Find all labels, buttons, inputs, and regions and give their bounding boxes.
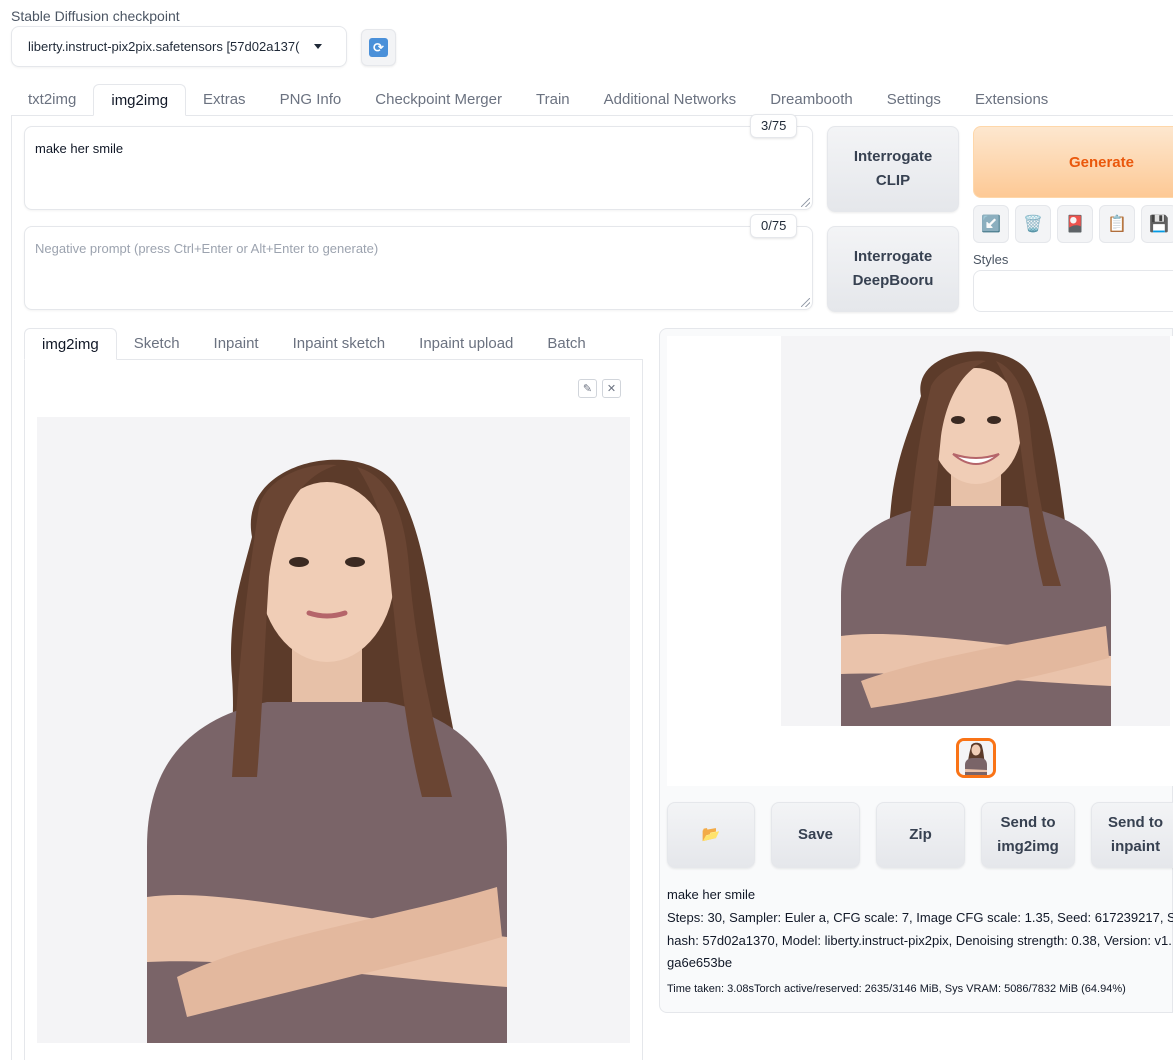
send-inpaint-line2: inpaint (1110, 838, 1161, 855)
send-inpaint-line1: Send to (1108, 814, 1163, 831)
folder-icon: 📂 (701, 826, 721, 843)
resize-grip-icon[interactable] (801, 298, 810, 307)
output-image[interactable] (781, 336, 1170, 726)
save-style-icon: 💾 (1149, 216, 1169, 233)
thumbnail-image (959, 741, 993, 775)
tab-additional-networks[interactable]: Additional Networks (587, 84, 754, 116)
tab-extras[interactable]: Extras (186, 84, 263, 116)
read-params-icon: ↙️ (981, 216, 1001, 233)
main-tabs: txt2img img2img Extras PNG Info Checkpoi… (11, 84, 1065, 116)
chevron-down-icon (314, 44, 322, 49)
extra-networks-icon: 🎴 (1065, 216, 1085, 233)
portrait-smiling-image (781, 336, 1170, 726)
apply-style-button[interactable]: 📋 (1099, 205, 1135, 243)
generation-info-version: ga6e653be (667, 955, 733, 970)
pencil-icon: ✎ (582, 383, 593, 395)
edit-image-button[interactable]: ✎ (578, 379, 597, 398)
input-image[interactable] (37, 417, 630, 1043)
refresh-checkpoint-button[interactable]: ⟳ (361, 29, 396, 66)
interrogate-clip-line1: Interrogate (853, 148, 933, 165)
checkpoint-label: Stable Diffusion checkpoint (11, 8, 180, 24)
styles-dropdown[interactable] (973, 270, 1173, 312)
negative-prompt-placeholder: Negative prompt (press Ctrl+Enter or Alt… (35, 241, 379, 256)
send-to-inpaint-button[interactable]: Send to inpaint (1091, 802, 1173, 868)
prompt-input[interactable]: make her smile (24, 126, 813, 210)
time-taken-info: Time taken: 3.08sTorch active/reserved: … (667, 983, 1126, 995)
tab-dreambooth[interactable]: Dreambooth (753, 84, 870, 116)
output-thumbnail[interactable] (956, 738, 996, 778)
interrogate-deepbooru-button[interactable]: Interrogate DeepBooru (827, 226, 959, 312)
checkpoint-dropdown[interactable]: liberty.instruct-pix2pix.safetensors [57… (11, 26, 347, 67)
styles-label: Styles (973, 252, 1009, 267)
tab-checkpoint-merger[interactable]: Checkpoint Merger (358, 84, 519, 116)
negative-prompt-token-count: 0/75 (750, 214, 798, 238)
tab-mode-batch[interactable]: Batch (530, 328, 602, 360)
interrogate-deepbooru-line2: DeepBooru (852, 272, 934, 289)
resize-grip-icon[interactable] (801, 198, 810, 207)
tab-mode-sketch[interactable]: Sketch (117, 328, 197, 360)
tab-mode-inpaint-sketch[interactable]: Inpaint sketch (276, 328, 403, 360)
generation-info-params: Steps: 30, Sampler: Euler a, CFG scale: … (667, 910, 1173, 925)
tab-mode-img2img[interactable]: img2img (24, 328, 117, 360)
tab-img2img[interactable]: img2img (93, 84, 187, 116)
negative-prompt-input[interactable]: Negative prompt (press Ctrl+Enter or Alt… (24, 226, 813, 310)
tab-mode-inpaint[interactable]: Inpaint (197, 328, 276, 360)
checkpoint-value: liberty.instruct-pix2pix.safetensors [57… (28, 39, 300, 54)
img2img-mode-tabs: img2img Sketch Inpaint Inpaint sketch In… (24, 328, 603, 360)
tab-png-info[interactable]: PNG Info (263, 84, 359, 116)
read-params-button[interactable]: ↙️ (973, 205, 1009, 243)
save-button[interactable]: Save (771, 802, 860, 868)
send-img2img-line2: img2img (997, 838, 1059, 855)
generate-button[interactable]: Generate (973, 126, 1173, 198)
tab-settings[interactable]: Settings (870, 84, 958, 116)
open-folder-button[interactable]: 📂 (667, 802, 755, 868)
interrogate-clip-line2: CLIP (875, 172, 911, 189)
paste-style-icon: 📋 (1107, 216, 1127, 233)
trash-icon: 🗑️ (1023, 216, 1043, 233)
tab-extensions[interactable]: Extensions (958, 84, 1065, 116)
zip-button[interactable]: Zip (876, 802, 965, 868)
portrait-serious-image (37, 417, 630, 1043)
clear-image-button[interactable]: ✕ (602, 379, 621, 398)
save-style-button[interactable]: 💾 (1141, 205, 1173, 243)
tab-txt2img[interactable]: txt2img (11, 84, 93, 116)
interrogate-clip-button[interactable]: Interrogate CLIP (827, 126, 959, 212)
prompt-token-count: 3/75 (750, 114, 798, 138)
tab-mode-inpaint-upload[interactable]: Inpaint upload (402, 328, 530, 360)
refresh-icon: ⟳ (369, 38, 388, 57)
close-icon: ✕ (606, 383, 617, 395)
send-img2img-line1: Send to (1000, 814, 1056, 831)
send-to-img2img-button[interactable]: Send to img2img (981, 802, 1075, 868)
extra-networks-button[interactable]: 🎴 (1057, 205, 1093, 243)
tab-train[interactable]: Train (519, 84, 587, 116)
clear-prompt-button[interactable]: 🗑️ (1015, 205, 1051, 243)
generation-info-prompt: make her smile (667, 887, 756, 902)
interrogate-deepbooru-line1: Interrogate (853, 248, 933, 265)
prompt-text: make her smile (35, 141, 124, 156)
generation-info-model: hash: 57d02a1370, Model: liberty.instruc… (667, 933, 1172, 948)
